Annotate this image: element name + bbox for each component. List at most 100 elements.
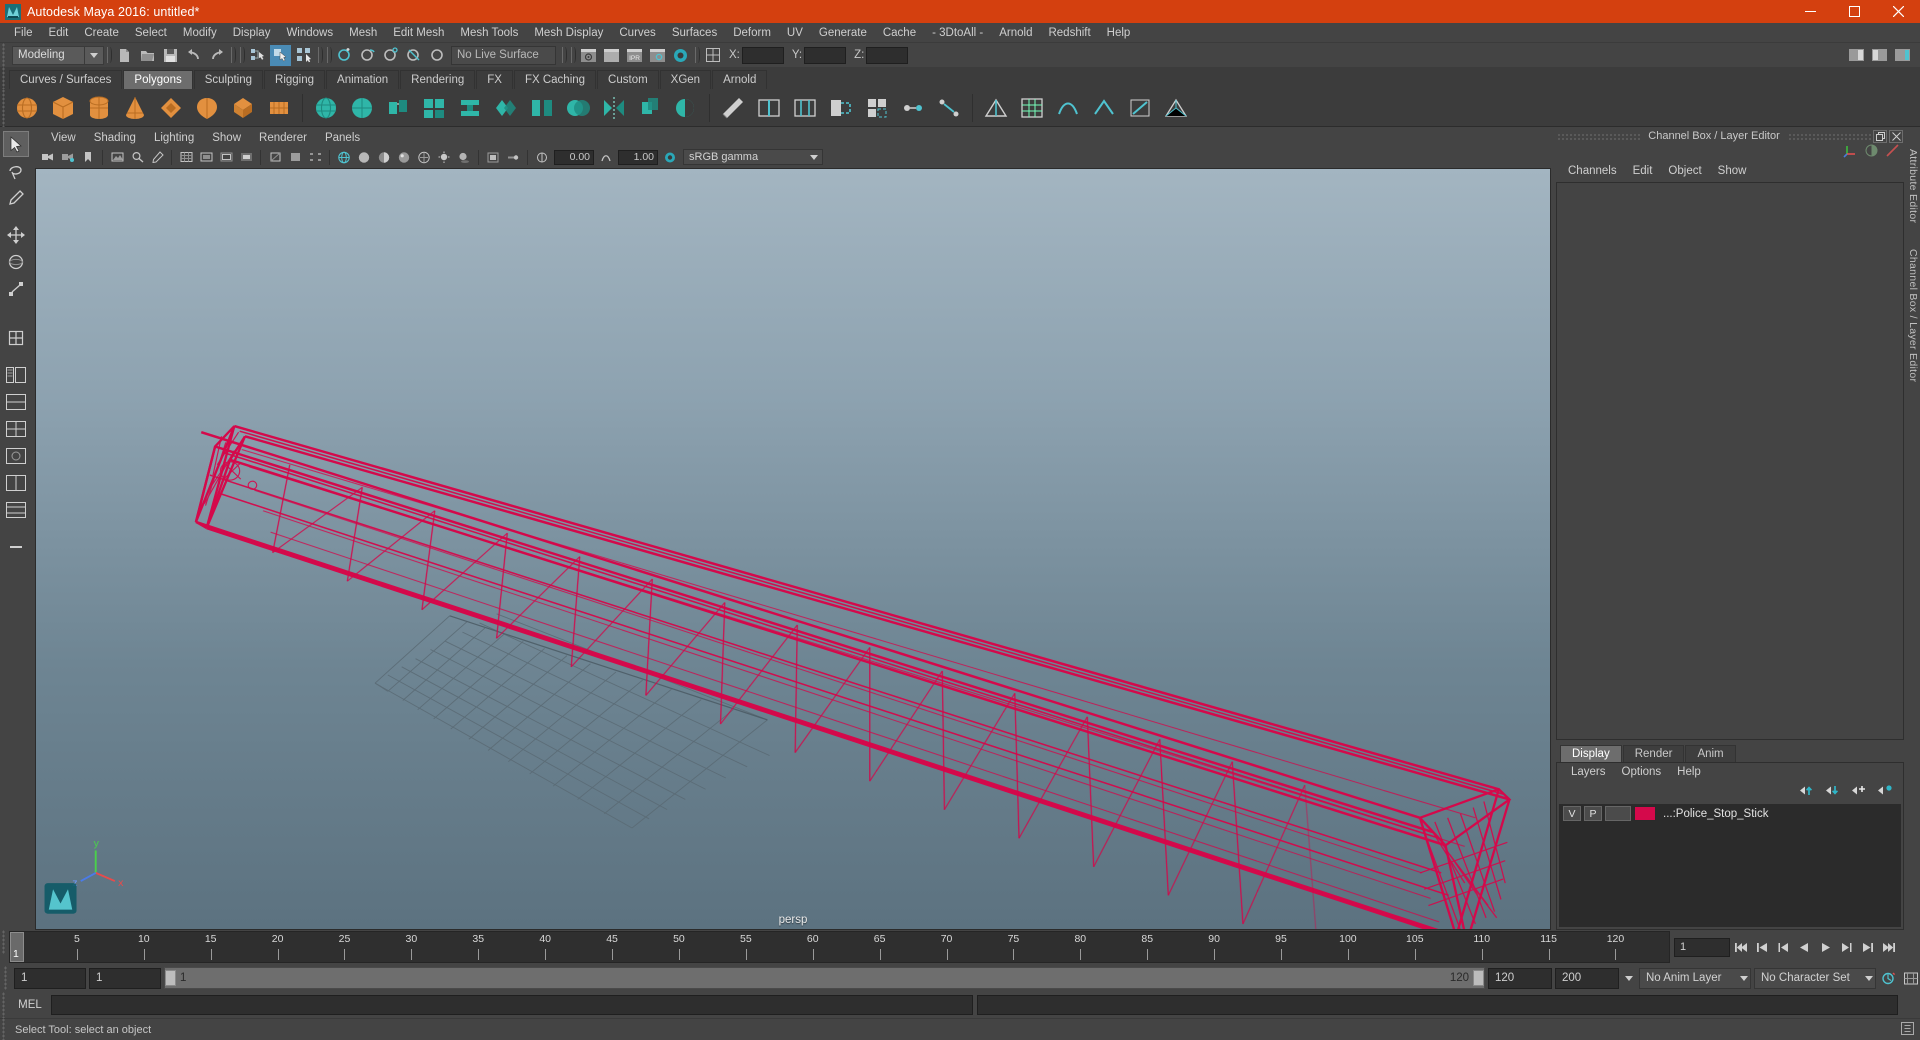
last-tool-icon[interactable] — [3, 325, 29, 351]
separate-icon[interactable] — [526, 92, 558, 124]
boolean-union-icon[interactable] — [634, 92, 666, 124]
menu-item-arnold[interactable]: Arnold — [991, 23, 1040, 43]
wireframe-shading-icon[interactable] — [335, 148, 353, 166]
flat-shade-icon[interactable] — [395, 148, 413, 166]
booleans-icon[interactable] — [562, 92, 594, 124]
menu-item-cache[interactable]: Cache — [875, 23, 924, 43]
shelf-tab-animation[interactable]: Animation — [326, 70, 400, 89]
connect-icon[interactable] — [933, 92, 965, 124]
toolbar-grip[interactable] — [0, 43, 9, 67]
shelf-tab-rigging[interactable]: Rigging — [264, 70, 326, 89]
close-icon[interactable] — [1876, 0, 1920, 23]
chevron-down-icon[interactable] — [806, 150, 822, 164]
command-line-grip[interactable] — [0, 992, 9, 1018]
gamma-icon[interactable] — [597, 148, 615, 166]
channel-box-axis-icon[interactable] — [1843, 143, 1858, 161]
poly-pyramid-icon[interactable] — [263, 92, 295, 124]
minimize-icon[interactable] — [1788, 0, 1832, 23]
step-forward-key-icon[interactable] — [1837, 938, 1856, 957]
select-component-icon[interactable] — [293, 45, 314, 66]
chevron-down-icon[interactable] — [1740, 969, 1748, 988]
layer-playback-toggle[interactable]: P — [1584, 806, 1602, 821]
animation-end-field[interactable]: 120 — [1488, 967, 1552, 989]
coord-x-field[interactable] — [741, 46, 784, 64]
menu-item-uv[interactable]: UV — [779, 23, 811, 43]
current-time-indicator[interactable]: 1 — [10, 932, 24, 962]
bookmark-icon[interactable] — [79, 148, 97, 166]
coord-z-field[interactable] — [866, 46, 909, 64]
shelf-tab-polygons[interactable]: Polygons — [123, 70, 193, 89]
multi-cut-icon[interactable] — [717, 92, 749, 124]
poly-cylinder-icon[interactable] — [83, 92, 115, 124]
textured-icon[interactable] — [415, 148, 433, 166]
insert-edge-loop-icon[interactable] — [753, 92, 785, 124]
channel-box-layer-editor-tab[interactable]: Channel Box / Layer Editor — [1907, 249, 1919, 382]
perspective-viewport[interactable]: y x z persp — [35, 168, 1551, 930]
ipr-render-icon[interactable]: IPR — [624, 45, 645, 66]
gamma-field[interactable]: 1.00 — [618, 149, 658, 165]
view-hypershade-persp-icon[interactable] — [3, 497, 29, 523]
crease-tool-icon[interactable] — [980, 92, 1012, 124]
layer-editor-tab-display[interactable]: Display — [1560, 745, 1622, 762]
layer-editor-tab-anim[interactable]: Anim — [1685, 745, 1736, 762]
play-forwards-icon[interactable] — [1816, 938, 1835, 957]
range-slider[interactable]: 1 120 — [164, 967, 1485, 989]
hud-icon[interactable] — [306, 148, 324, 166]
snap-curve-icon[interactable] — [357, 45, 378, 66]
play-backwards-icon[interactable] — [1795, 938, 1814, 957]
view-four-panes-icon[interactable] — [3, 416, 29, 442]
menu-item-windows[interactable]: Windows — [278, 23, 341, 43]
maximize-icon[interactable] — [1832, 0, 1876, 23]
menu-item-generate[interactable]: Generate — [811, 23, 875, 43]
channel-box-menu-channels[interactable]: Channels — [1560, 161, 1625, 181]
layer-name[interactable]: ...:Police_Stop_Stick — [1663, 808, 1768, 820]
show-attribute-editor-icon[interactable] — [1846, 45, 1867, 66]
layer-list[interactable]: V P ...:Police_Stop_Stick — [1559, 804, 1901, 927]
menu-item-display[interactable]: Display — [225, 23, 279, 43]
select-camera-icon[interactable] — [39, 148, 57, 166]
uv-editor-icon[interactable] — [1016, 92, 1048, 124]
poly-cone-icon[interactable] — [119, 92, 151, 124]
viewport-menu-shading[interactable]: Shading — [85, 129, 145, 147]
gate-mask-icon[interactable] — [237, 148, 255, 166]
two-d-pan-zoom-icon[interactable] — [128, 148, 146, 166]
view-two-panes-icon[interactable] — [3, 470, 29, 496]
viewport-menu-show[interactable]: Show — [203, 129, 250, 147]
shelf-tab-fx-caching[interactable]: FX Caching — [513, 70, 597, 89]
combine-icon[interactable] — [490, 92, 522, 124]
move-layer-up-icon[interactable] — [1799, 784, 1815, 800]
snap-projected-center-icon[interactable] — [403, 45, 424, 66]
chevron-down-icon[interactable] — [1622, 975, 1636, 981]
coord-y-field[interactable] — [804, 46, 847, 64]
poly-plane-icon[interactable] — [191, 92, 223, 124]
show-channel-box-icon[interactable] — [1892, 45, 1913, 66]
menu-item-create[interactable]: Create — [76, 23, 127, 43]
poly-sphere-icon[interactable] — [11, 92, 43, 124]
bridge-icon[interactable] — [454, 92, 486, 124]
append-polygon-icon[interactable] — [825, 92, 857, 124]
extrude-icon[interactable] — [382, 92, 414, 124]
lasso-select-tool-icon[interactable] — [3, 158, 29, 184]
menu-item-redshift[interactable]: Redshift — [1040, 23, 1098, 43]
snap-point-icon[interactable] — [380, 45, 401, 66]
shelf-tab-fx[interactable]: FX — [476, 70, 513, 89]
shelf-tab-xgen[interactable]: XGen — [659, 70, 712, 89]
sculpt-geometry-icon[interactable] — [310, 92, 342, 124]
harden-edge-icon[interactable] — [1088, 92, 1120, 124]
redo-icon[interactable] — [206, 45, 227, 66]
status-bar-grip[interactable] — [0, 1017, 9, 1040]
step-forward-frame-icon[interactable] — [1858, 938, 1877, 957]
step-back-frame-icon[interactable] — [1753, 938, 1772, 957]
channel-box-anim-icon[interactable] — [1885, 143, 1900, 161]
select-hierarchy-icon[interactable] — [247, 45, 268, 66]
poly-cube-icon[interactable] — [47, 92, 79, 124]
auto-keyframe-icon[interactable] — [1879, 969, 1898, 988]
undo-icon[interactable] — [183, 45, 204, 66]
range-end-field[interactable]: 1 — [89, 967, 161, 989]
scale-tool-icon[interactable] — [3, 276, 29, 302]
quad-draw-icon[interactable] — [861, 92, 893, 124]
viewport-menu-lighting[interactable]: Lighting — [145, 129, 203, 147]
render-current-frame-icon[interactable] — [578, 45, 599, 66]
shelf-button-grip[interactable] — [0, 88, 9, 127]
menu-item-deform[interactable]: Deform — [725, 23, 779, 43]
